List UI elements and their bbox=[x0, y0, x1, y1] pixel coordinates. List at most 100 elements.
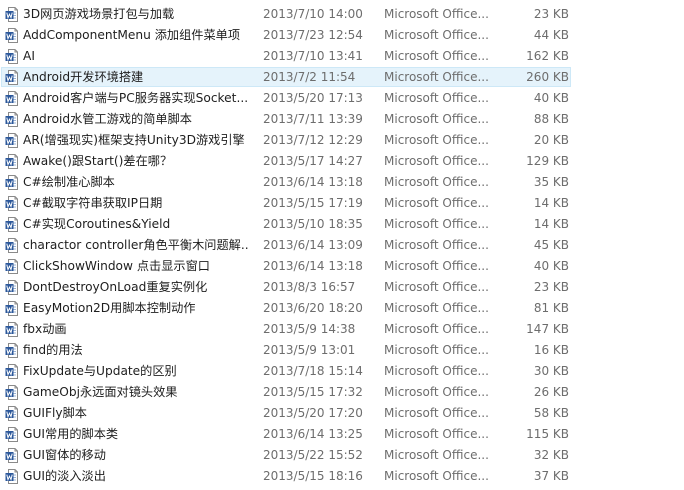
file-type: Microsoft Office... bbox=[384, 448, 489, 462]
file-row[interactable]: GUI窗体的移动 2013/5/22 15:52 Microsoft Offic… bbox=[0, 445, 684, 466]
word-document-icon bbox=[5, 469, 18, 484]
file-row[interactable]: fbx动画 2013/5/9 14:38 Microsoft Office...… bbox=[0, 319, 684, 340]
file-type: Microsoft Office... bbox=[384, 175, 489, 189]
file-date-modified: 2013/6/14 13:18 bbox=[263, 175, 363, 189]
file-type: Microsoft Office... bbox=[384, 133, 489, 147]
file-date-modified: 2013/5/15 17:32 bbox=[263, 385, 363, 399]
file-type: Microsoft Office... bbox=[384, 70, 489, 84]
word-document-icon bbox=[5, 406, 18, 421]
file-date-modified: 2013/7/10 14:00 bbox=[263, 7, 363, 21]
file-name[interactable]: fbx动画 bbox=[23, 321, 249, 337]
file-date-modified: 2013/7/18 15:14 bbox=[263, 364, 363, 378]
file-date-modified: 2013/7/23 12:54 bbox=[263, 28, 363, 42]
file-size: 45 KB bbox=[533, 238, 569, 252]
file-type: Microsoft Office... bbox=[384, 364, 489, 378]
file-type: Microsoft Office... bbox=[384, 301, 489, 315]
file-date-modified: 2013/7/11 13:39 bbox=[263, 112, 363, 126]
word-document-icon bbox=[5, 259, 18, 274]
file-size: 23 KB bbox=[533, 280, 569, 294]
file-size: 26 KB bbox=[533, 385, 569, 399]
file-date-modified: 2013/7/12 12:29 bbox=[263, 133, 363, 147]
word-document-icon bbox=[5, 238, 18, 253]
file-date-modified: 2013/6/20 18:20 bbox=[263, 301, 363, 315]
file-size: 162 KB bbox=[526, 49, 569, 63]
file-name[interactable]: find的用法 bbox=[23, 342, 249, 358]
file-row[interactable]: FixUpdate与Update的区别 2013/7/18 15:14 Micr… bbox=[0, 361, 684, 382]
file-row[interactable]: ClickShowWindow 点击显示窗口 2013/6/14 13:18 M… bbox=[0, 256, 684, 277]
file-name[interactable]: GUI窗体的移动 bbox=[23, 447, 249, 463]
file-size: 260 KB bbox=[526, 70, 569, 84]
file-type: Microsoft Office... bbox=[384, 7, 489, 21]
file-name[interactable]: C#截取字符串获取IP日期 bbox=[23, 195, 249, 211]
file-row[interactable]: 3D网页游戏场景打包与加载 2013/7/10 14:00 Microsoft … bbox=[0, 4, 684, 25]
file-name[interactable]: FixUpdate与Update的区别 bbox=[23, 363, 249, 379]
file-name[interactable]: GUIFly脚本 bbox=[23, 405, 249, 421]
file-row[interactable]: GUIFly脚本 2013/5/20 17:20 Microsoft Offic… bbox=[0, 403, 684, 424]
file-name[interactable]: GUI的淡入淡出 bbox=[23, 468, 249, 484]
file-date-modified: 2013/5/9 13:01 bbox=[263, 343, 356, 357]
file-name[interactable]: Awake()跟Start()差在哪？ bbox=[23, 153, 249, 169]
file-date-modified: 2013/6/14 13:18 bbox=[263, 259, 363, 273]
file-row[interactable]: Android水管工游戏的简单脚本 2013/7/11 13:39 Micros… bbox=[0, 109, 684, 130]
file-row[interactable]: AddComponentMenu 添加组件菜单项 2013/7/23 12:54… bbox=[0, 25, 684, 46]
file-name[interactable]: AddComponentMenu 添加组件菜单项 bbox=[23, 27, 249, 43]
file-type: Microsoft Office... bbox=[384, 406, 489, 420]
file-size: 40 KB bbox=[533, 259, 569, 273]
file-type: Microsoft Office... bbox=[384, 259, 489, 273]
file-name[interactable]: Android开发环境搭建 bbox=[23, 69, 249, 85]
file-date-modified: 2013/5/10 18:35 bbox=[263, 217, 363, 231]
file-row[interactable]: DontDestroyOnLoad重复实例化 2013/8/3 16:57 Mi… bbox=[0, 277, 684, 298]
file-row[interactable]: C#截取字符串获取IP日期 2013/5/15 17:19 Microsoft … bbox=[0, 193, 684, 214]
word-document-icon bbox=[5, 133, 18, 148]
file-row[interactable]: C#绘制准心脚本 2013/6/14 13:18 Microsoft Offic… bbox=[0, 172, 684, 193]
file-size: 115 KB bbox=[526, 427, 569, 441]
file-size: 81 KB bbox=[533, 301, 569, 315]
file-name[interactable]: 3D网页游戏场景打包与加载 bbox=[23, 6, 249, 22]
word-document-icon bbox=[5, 364, 18, 379]
file-row[interactable]: find的用法 2013/5/9 13:01 Microsoft Office.… bbox=[0, 340, 684, 361]
file-name[interactable]: EasyMotion2D用脚本控制动作 bbox=[23, 300, 249, 316]
word-document-icon bbox=[5, 217, 18, 232]
file-size: 44 KB bbox=[533, 28, 569, 42]
file-type: Microsoft Office... bbox=[384, 49, 489, 63]
file-name[interactable]: GUI常用的脚本类 bbox=[23, 426, 249, 442]
file-name[interactable]: C#实现Coroutines&Yield bbox=[23, 216, 249, 232]
word-document-icon bbox=[5, 112, 18, 127]
file-date-modified: 2013/6/14 13:09 bbox=[263, 238, 363, 252]
file-row[interactable]: Awake()跟Start()差在哪？ 2013/5/17 14:27 Micr… bbox=[0, 151, 684, 172]
file-date-modified: 2013/8/3 16:57 bbox=[263, 280, 356, 294]
file-size: 32 KB bbox=[533, 448, 569, 462]
word-document-icon bbox=[5, 301, 18, 316]
file-size: 147 KB bbox=[526, 322, 569, 336]
file-name[interactable]: AI bbox=[23, 48, 249, 64]
file-row[interactable]: GUI的淡入淡出 2013/5/15 18:16 Microsoft Offic… bbox=[0, 466, 684, 487]
file-name[interactable]: ClickShowWindow 点击显示窗口 bbox=[23, 258, 249, 274]
file-name[interactable]: GameObj永远面对镜头效果 bbox=[23, 384, 249, 400]
file-type: Microsoft Office... bbox=[384, 427, 489, 441]
file-row[interactable]: EasyMotion2D用脚本控制动作 2013/6/20 18:20 Micr… bbox=[0, 298, 684, 319]
file-name[interactable]: C#绘制准心脚本 bbox=[23, 174, 249, 190]
file-row[interactable]: GameObj永远面对镜头效果 2013/5/15 17:32 Microsof… bbox=[0, 382, 684, 403]
word-document-icon bbox=[5, 28, 18, 43]
file-row[interactable]: Android客户端与PC服务器实现Socket... 2013/5/20 17… bbox=[0, 88, 684, 109]
file-name[interactable]: Android客户端与PC服务器实现Socket... bbox=[23, 90, 249, 106]
file-row[interactable]: AR(增强现实)框架支持Unity3D游戏引擎 2013/7/12 12:29 … bbox=[0, 130, 684, 151]
file-name[interactable]: AR(增强现实)框架支持Unity3D游戏引擎 bbox=[23, 132, 249, 148]
file-name[interactable]: Android水管工游戏的简单脚本 bbox=[23, 111, 249, 127]
word-document-icon bbox=[5, 70, 18, 85]
file-name[interactable]: DontDestroyOnLoad重复实例化 bbox=[23, 279, 249, 295]
file-row[interactable]: charactor controller角色平衡木问题解... 2013/6/1… bbox=[0, 235, 684, 256]
file-type: Microsoft Office... bbox=[384, 238, 489, 252]
file-row[interactable]: C#实现Coroutines&Yield 2013/5/10 18:35 Mic… bbox=[0, 214, 684, 235]
file-date-modified: 2013/7/10 13:41 bbox=[263, 49, 363, 63]
file-row[interactable]: AI 2013/7/10 13:41 Microsoft Office... 1… bbox=[0, 46, 684, 67]
file-row[interactable]: GUI常用的脚本类 2013/6/14 13:25 Microsoft Offi… bbox=[0, 424, 684, 445]
file-name[interactable]: charactor controller角色平衡木问题解... bbox=[23, 237, 249, 253]
file-size: 37 KB bbox=[533, 469, 569, 483]
file-row[interactable]: Android开发环境搭建 2013/7/2 11:54 Microsoft O… bbox=[0, 67, 684, 88]
word-document-icon bbox=[5, 196, 18, 211]
word-document-icon bbox=[5, 448, 18, 463]
file-date-modified: 2013/7/2 11:54 bbox=[263, 70, 356, 84]
file-size: 35 KB bbox=[533, 175, 569, 189]
file-type: Microsoft Office... bbox=[384, 385, 489, 399]
